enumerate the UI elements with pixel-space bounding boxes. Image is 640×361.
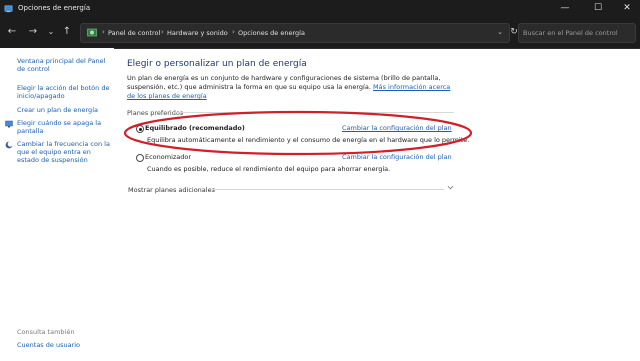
breadcrumb-power-options[interactable]: Opciones de energía (238, 29, 305, 37)
plan-balanced-name[interactable]: Equilibrado (recomendado) (145, 124, 245, 132)
sidebar: Ventana principal del Panel de control E… (0, 48, 114, 361)
plan-economizer-radio[interactable] (136, 154, 144, 162)
breadcrumb-separator: › (232, 28, 235, 36)
chevron-down-icon[interactable] (447, 184, 454, 191)
sidebar-link-sleep-frequency[interactable]: Cambiar la frecuencia con la que el equi… (17, 140, 113, 164)
power-options-icon (4, 5, 13, 13)
address-bar[interactable]: › Panel de control › Hardware y sonido ›… (80, 23, 510, 43)
minimize-button[interactable]: — (550, 0, 580, 17)
plan-balanced-description: Equilibra automáticamente el rendimiento… (147, 136, 470, 144)
search-placeholder: Buscar en el Panel de control (523, 29, 618, 37)
window-title: Opciones de energía (18, 4, 91, 12)
more-plans-divider (212, 189, 444, 190)
up-button[interactable]: ↑ (60, 25, 74, 39)
main-content: Elegir o personalizar un plan de energía… (114, 48, 640, 361)
preferred-plans-label: Planes preferidos (127, 109, 184, 117)
plan-balanced-settings-link[interactable]: Cambiar la configuración del plan (342, 124, 452, 132)
see-also-heading: Consulta también (17, 328, 75, 336)
moon-icon (5, 141, 13, 149)
forward-button[interactable]: → (26, 25, 40, 39)
search-input[interactable]: Buscar en el Panel de control (518, 23, 636, 43)
plan-balanced-radio[interactable] (136, 125, 144, 133)
sidebar-link-user-accounts[interactable]: Cuentas de usuario (17, 341, 113, 349)
breadcrumb-hardware-sound[interactable]: Hardware y sonido (167, 29, 228, 37)
title-bar: Opciones de energía — ☐ ✕ (0, 0, 640, 17)
group-divider (174, 112, 454, 113)
sidebar-link-create-plan[interactable]: Crear un plan de energía (17, 106, 113, 114)
page-title: Elegir o personalizar un plan de energía (127, 59, 307, 69)
address-dropdown-icon[interactable]: ⌄ (497, 28, 503, 36)
sidebar-link-power-button-action[interactable]: Elegir la acción del botón de inicio/apa… (17, 84, 113, 100)
monitor-shield-icon (5, 120, 13, 128)
recent-locations-button[interactable]: ⌄ (44, 25, 58, 39)
intro-text: Un plan de energía es un conjunto de har… (127, 74, 457, 101)
maximize-button[interactable]: ☐ (583, 0, 613, 17)
breadcrumb-control-panel[interactable]: Panel de control (108, 29, 160, 37)
show-more-plans-label[interactable]: Mostrar planes adicionales (128, 186, 215, 194)
control-panel-icon (87, 28, 97, 37)
plan-economizer-name[interactable]: Economizador (145, 153, 191, 161)
plan-economizer-settings-link[interactable]: Cambiar la configuración del plan (342, 153, 452, 161)
back-button[interactable]: ← (5, 25, 19, 39)
plan-economizer-description: Cuando es posible, reduce el rendimiento… (147, 165, 391, 173)
sidebar-link-display-off[interactable]: Elegir cuándo se apaga la pantalla (17, 119, 113, 135)
sidebar-link-control-panel-home[interactable]: Ventana principal del Panel de control (17, 57, 113, 73)
navigation-bar: ← → ⌄ ↑ › Panel de control › Hardware y … (0, 17, 640, 49)
breadcrumb-separator: › (161, 28, 164, 36)
close-button[interactable]: ✕ (612, 0, 640, 17)
breadcrumb-separator: › (102, 28, 105, 36)
